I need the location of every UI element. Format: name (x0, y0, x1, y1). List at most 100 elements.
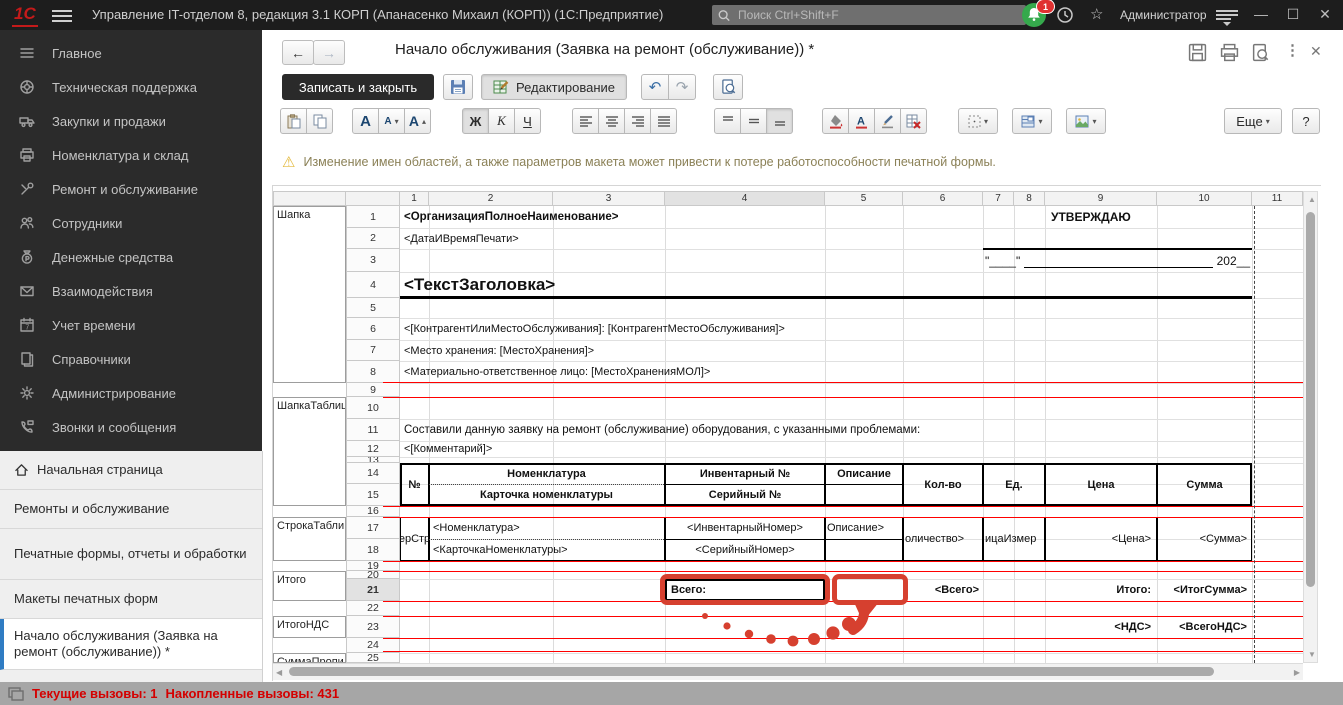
cell-th-nomenclature[interactable]: Номенклатура (429, 463, 664, 484)
scroll-right-icon[interactable]: ▶ (1294, 668, 1300, 677)
cell-description[interactable]: Описание> (825, 517, 903, 539)
horizontal-scrollbar[interactable]: ◀ ▶ (273, 663, 1303, 680)
row-header[interactable]: 19 (346, 561, 400, 571)
sidebar-item-warehouse[interactable]: Номенклатура и склад (0, 138, 262, 172)
save-button[interactable] (443, 74, 473, 100)
cell-inventory[interactable]: <ИнвентарныйНомер> (665, 517, 825, 539)
picture-dropdown[interactable]: ▾ (1066, 108, 1106, 134)
sidebar-item-interactions[interactable]: Взаимодействия (0, 274, 262, 308)
sidebar-item-main[interactable]: Главное (0, 36, 262, 70)
favorites-star-icon[interactable]: ☆ (1090, 5, 1103, 23)
row-header[interactable]: 7 (346, 340, 400, 361)
row-header[interactable]: 15 (346, 484, 400, 506)
column-header[interactable]: 9 (1045, 191, 1157, 206)
sidebar-item-time[interactable]: 7 Учет времени (0, 308, 262, 342)
cell-th-description[interactable]: Описание (825, 463, 903, 484)
row-header[interactable]: 6 (346, 318, 400, 340)
minimize-button[interactable]: — (1250, 6, 1272, 22)
more-actions-button[interactable]: Еще▾ (1224, 108, 1282, 134)
align-justify-button[interactable] (650, 108, 677, 134)
sidebar-item-calls[interactable]: Звонки и сообщения (0, 410, 262, 444)
sidebar-item-repair[interactable]: Ремонт и обслуживание (0, 172, 262, 206)
close-tab-icon[interactable]: ✕ (1310, 43, 1322, 60)
column-header[interactable]: 1 (400, 191, 429, 206)
page-item-layouts[interactable]: Макеты печатных форм (0, 580, 262, 619)
row-header-corner[interactable] (346, 191, 400, 206)
area-label-header[interactable]: Шапка (273, 206, 346, 383)
cell-th-sum[interactable]: Сумма (1157, 463, 1252, 506)
column-header[interactable]: 3 (553, 191, 665, 206)
print-preview-button[interactable] (713, 74, 743, 100)
service-menu-icon[interactable] (1216, 8, 1238, 22)
hamburger-menu-icon[interactable] (52, 7, 72, 23)
cell-price[interactable]: <Цена> (1045, 517, 1153, 561)
sidebar-item-money[interactable]: Денежные средства (0, 240, 262, 274)
notifications-button[interactable]: 1 (1022, 3, 1046, 27)
help-button[interactable]: ? (1292, 108, 1320, 134)
area-label-table-header[interactable]: ШапкаТаблиц (273, 397, 346, 506)
close-window-button[interactable]: ✕ (1314, 6, 1336, 23)
column-header[interactable]: 5 (825, 191, 903, 206)
save-and-close-button[interactable]: Записать и закрыть (282, 74, 434, 100)
row-header[interactable]: 17 (346, 517, 400, 539)
cell-nds-total[interactable]: <ВсегоНДС> (1157, 616, 1249, 638)
valign-bottom-button[interactable] (766, 108, 793, 134)
maximize-button[interactable]: ☐ (1282, 6, 1304, 23)
italic-button[interactable]: К (488, 108, 515, 134)
global-search[interactable] (712, 5, 1026, 25)
column-header[interactable]: 6 (903, 191, 983, 206)
column-header-selected[interactable]: 4 (665, 191, 825, 206)
cell-th-inventory[interactable]: Инвентарный № (665, 463, 825, 484)
valign-top-button[interactable] (714, 108, 741, 134)
copy-button[interactable] (306, 108, 333, 134)
horizontal-scroll-thumb[interactable] (289, 667, 1214, 676)
save-icon[interactable] (1188, 43, 1207, 62)
sidebar-item-admin[interactable]: Администрирование (0, 376, 262, 410)
cell-sign-date[interactable]: "____" 202__ (983, 249, 1252, 272)
scroll-down-icon[interactable]: ▼ (1308, 650, 1316, 659)
page-item-current-layout[interactable]: Начало обслуживания (Заявка на ремонт (о… (0, 619, 262, 670)
edit-mode-toggle[interactable]: Редактирование (481, 74, 627, 100)
area-label-total[interactable]: Итого (273, 571, 346, 601)
row-header[interactable]: 14 (346, 463, 400, 484)
font-color-button[interactable]: А (848, 108, 875, 134)
area-label-sum-words[interactable]: СуммаПропи (273, 653, 346, 663)
corner-header[interactable] (273, 191, 346, 206)
cell-request-text[interactable]: Составили данную заявку на ремонт (обслу… (402, 419, 1222, 441)
vertical-scrollbar[interactable]: ▲ ▼ (1303, 191, 1318, 663)
cell-itogo-label[interactable]: Итого: (1045, 579, 1153, 601)
cell-storage-place[interactable]: <Место хранения: [МестоХранения]> (402, 340, 1102, 361)
cell-sum[interactable]: <Сумма> (1157, 517, 1249, 561)
cells-dropdown[interactable]: ▾ (1012, 108, 1052, 134)
cell-approve[interactable]: УТВЕРЖДАЮ (1049, 206, 1155, 228)
row-header[interactable]: 5 (346, 298, 400, 318)
cell-th-price[interactable]: Цена (1045, 463, 1157, 506)
row-header[interactable]: 9 (346, 383, 400, 397)
cell-org-name[interactable]: <ОрганизацияПолноеНаименование> (402, 206, 962, 228)
back-button[interactable]: ← (282, 40, 314, 65)
column-header[interactable]: 8 (1014, 191, 1045, 206)
page-item-repairs[interactable]: Ремонты и обслуживание (0, 490, 262, 529)
layout-spreadsheet[interactable]: 1 2 3 4 5 6 7 8 9 10 11 1 2 3 4 5 6 7 8 … (272, 185, 1321, 681)
cell-qty[interactable]: оличество> (903, 517, 983, 561)
cell-nomenclature[interactable]: <Номенклатура> (431, 517, 663, 539)
row-header[interactable]: 20 (346, 571, 400, 579)
history-icon[interactable] (1056, 6, 1074, 24)
row-header[interactable]: 10 (346, 397, 400, 419)
cell-card[interactable]: <КарточкаНоменклатуры> (431, 539, 663, 561)
row-header[interactable]: 22 (346, 601, 400, 616)
border-pen-button[interactable] (874, 108, 901, 134)
font-size-decrease-button[interactable]: А▾ (378, 108, 405, 134)
search-input[interactable] (736, 7, 1020, 23)
cell-th-qty[interactable]: Кол-во (903, 463, 983, 506)
row-header[interactable]: 12 (346, 441, 400, 457)
cell-th-unit[interactable]: Ед. (983, 463, 1045, 506)
row-header[interactable]: 18 (346, 539, 400, 561)
row-header-selected[interactable]: 21 (346, 579, 400, 601)
page-item-home[interactable]: Начальная страница (0, 451, 262, 490)
page-item-print-forms[interactable]: Печатные формы, отчеты и обработки (0, 529, 262, 580)
cell-header-text[interactable]: <ТекстЗаголовка> (402, 272, 1102, 298)
cell-total-value[interactable]: <Всего> (903, 579, 981, 601)
row-header[interactable]: 4 (346, 272, 400, 298)
undo-button[interactable]: ↶ (641, 74, 669, 100)
